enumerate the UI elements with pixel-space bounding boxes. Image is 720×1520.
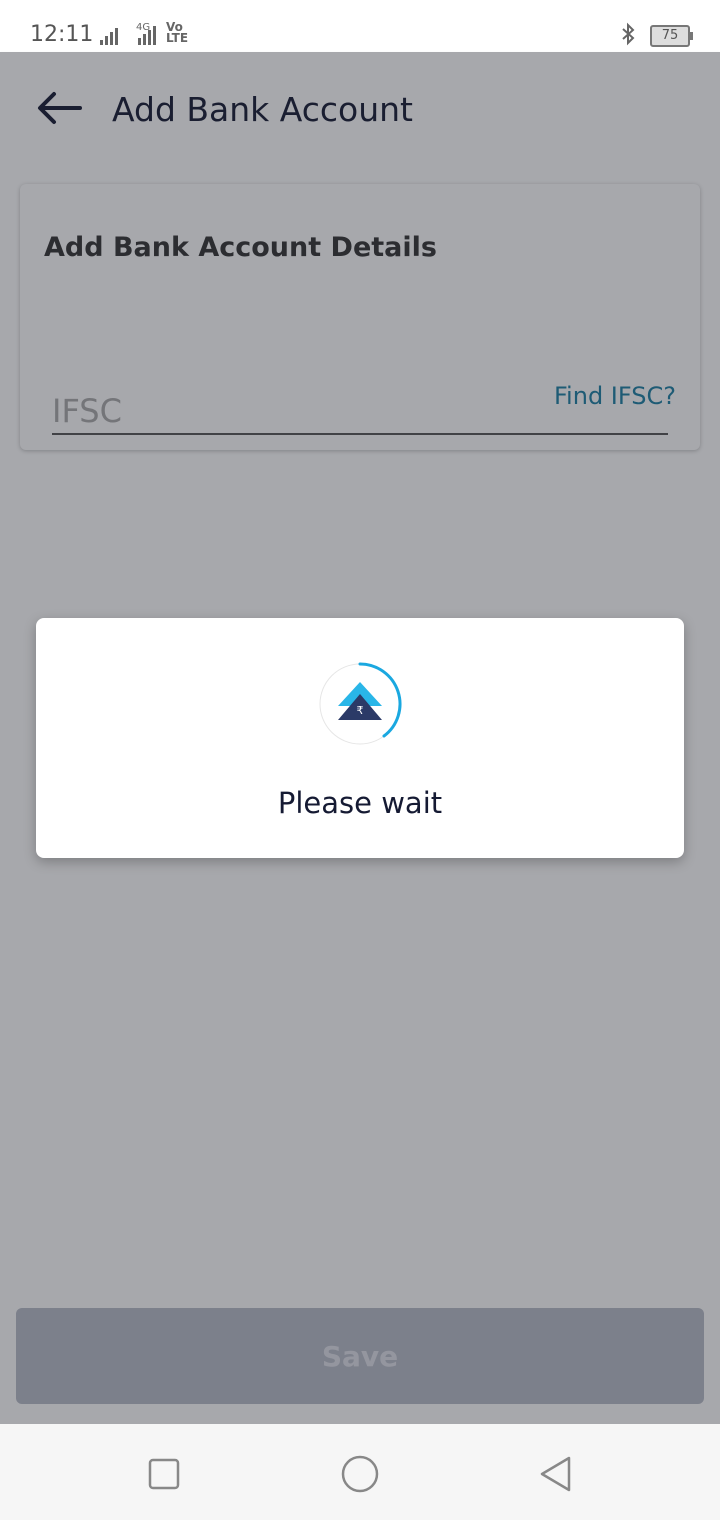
battery-icon: 75	[650, 25, 693, 47]
loading-dialog: ₹ Please wait	[36, 618, 684, 858]
loading-message: Please wait	[277, 786, 443, 820]
signal-icon	[98, 22, 208, 52]
status-time: 12:11	[30, 22, 94, 47]
network-label: 4G	[136, 22, 151, 33]
rupee-logo-spinner-icon: ₹	[318, 660, 406, 748]
home-circle-icon[interactable]	[340, 1454, 380, 1494]
recents-square-icon[interactable]	[144, 1454, 184, 1494]
back-triangle-icon[interactable]	[536, 1454, 576, 1494]
volte-label: Vo LTE	[166, 20, 189, 45]
bluetooth-icon	[618, 22, 640, 50]
status-right: 75	[618, 22, 693, 50]
status-bar: 12:11 4G Vo LTE 75	[0, 0, 720, 52]
system-nav-bar	[0, 1424, 720, 1520]
battery-level: 75	[661, 28, 679, 43]
svg-text:₹: ₹	[357, 704, 364, 717]
